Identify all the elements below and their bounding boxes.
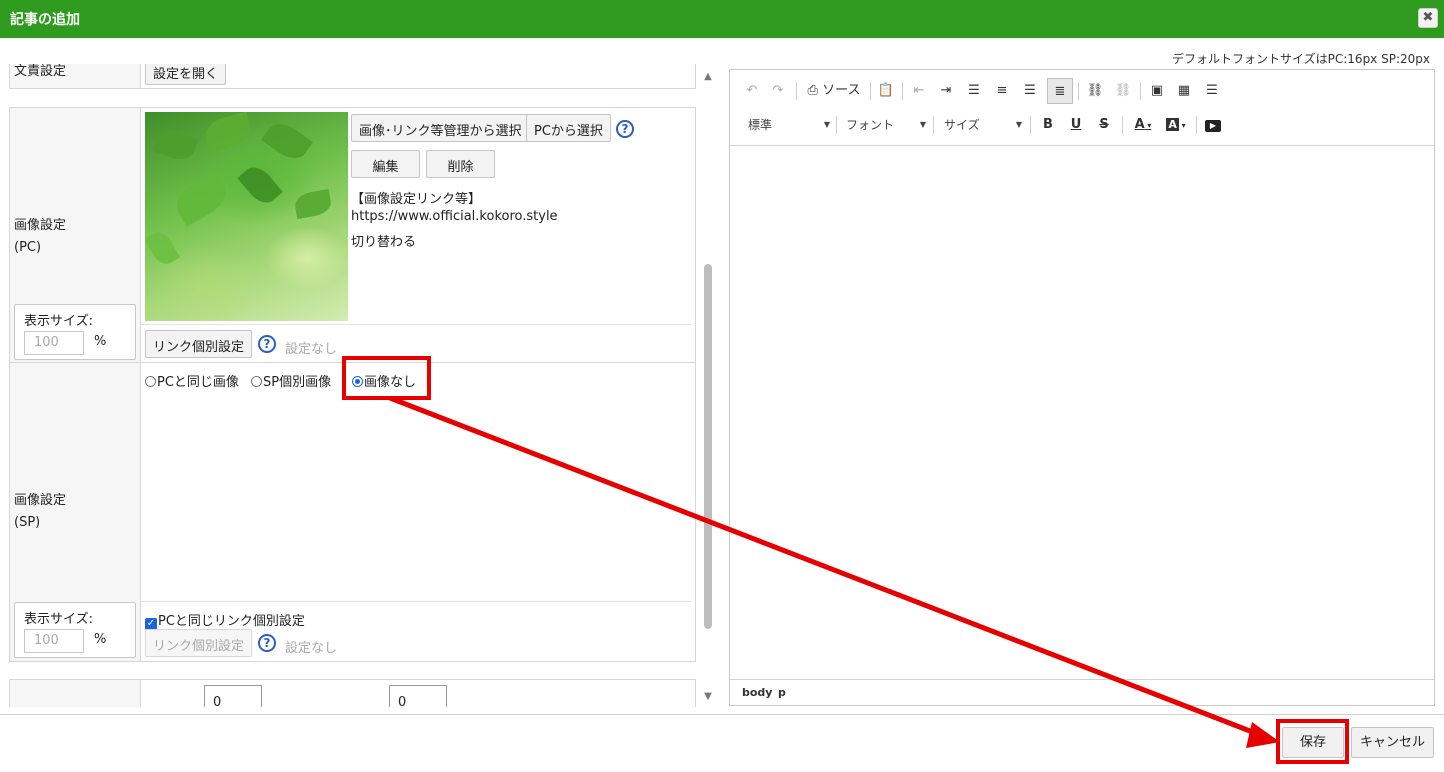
sp-display-size-box: 表示サイズ: 100 % [14, 602, 136, 658]
text-color-button[interactable]: A ▾ [1129, 114, 1157, 136]
position-input-b[interactable]: 0 [389, 685, 447, 707]
pc-display-size-label: 表示サイズ: [24, 314, 93, 329]
font-combo[interactable]: フォント ▼ [846, 114, 926, 136]
editor-status-bar: body p [730, 679, 1434, 705]
pc-display-size-input[interactable]: 100 [24, 331, 84, 355]
help-icon[interactable]: ? [616, 120, 634, 138]
sp-option-individual[interactable]: SP個別画像 [251, 371, 331, 390]
rich-text-editor: ↶ ↷ ⎙ ソース 📋 ⇤ ⇥ ☰ ≡ ☰ ≣ ⛓ ⛓ ▣ ▦ ☰ 標準 ▼ フォ… [729, 69, 1435, 706]
status-path-body[interactable]: body [742, 686, 772, 699]
table-icon[interactable]: ▦ [1173, 80, 1195, 102]
annotation-arrow-head [1246, 722, 1280, 748]
status-path-p[interactable]: p [778, 686, 786, 699]
bold-button[interactable]: B [1038, 114, 1058, 136]
link-info-note: 切り替わる [351, 235, 417, 250]
scroll-thumb[interactable] [704, 264, 712, 629]
scroll-down-icon[interactable]: ▼ [703, 692, 713, 702]
image-sp-row: 画像設定 (SP) 表示サイズ: 100 % PCと同じ画像 SP個別画像 画像… [9, 362, 696, 662]
responsibility-label: 文責設定 [14, 64, 67, 79]
close-icon[interactable]: ✖ [1418, 8, 1438, 28]
sp-same-link-checkbox[interactable]: ✓ PCと同じリンク個別設定 [145, 610, 305, 630]
source-button[interactable]: ⎙ ソース [804, 80, 864, 102]
position-input-a[interactable]: 0 [204, 685, 262, 707]
unlink-icon[interactable]: ⛓ [1112, 80, 1134, 102]
chevron-down-icon: ▼ [823, 120, 830, 129]
edit-image-button[interactable]: 編集 [351, 150, 420, 178]
pc-link-status: 設定なし [285, 342, 338, 357]
outdent-icon[interactable]: ⇤ [908, 80, 930, 102]
sp-display-size-unit: % [94, 632, 107, 647]
open-settings-button[interactable]: 設定を開く [145, 64, 227, 85]
strike-button[interactable]: S [1094, 114, 1114, 136]
image-pc-label: 画像設定 [14, 218, 67, 233]
dialog-title-bar: 記事の追加 ✖ [0, 0, 1444, 38]
horizontal-rule-icon[interactable]: ☰ [1201, 80, 1223, 102]
image-sp-label: 画像設定 [14, 493, 67, 508]
link-icon[interactable]: ⛓ [1084, 80, 1106, 102]
highlight-save-button [1276, 719, 1349, 764]
image-pc-label-sub: (PC) [14, 240, 42, 255]
pc-image-preview [145, 112, 348, 321]
editor-toolbar: ↶ ↷ ⎙ ソース 📋 ⇤ ⇥ ☰ ≡ ☰ ≣ ⛓ ⛓ ▣ ▦ ☰ 標準 ▼ フォ… [730, 70, 1434, 146]
background-color-button[interactable]: A ▾ [1162, 114, 1190, 136]
form-scrollbar[interactable]: ▲ ▼ [700, 64, 716, 709]
align-left-icon[interactable]: ☰ [963, 80, 985, 102]
underline-button[interactable]: U [1066, 114, 1086, 136]
align-right-icon[interactable]: ☰ [1019, 80, 1041, 102]
source-icon: ⎙ [807, 83, 818, 98]
sp-display-size-input[interactable]: 100 [24, 629, 84, 653]
radio-icon[interactable] [145, 376, 156, 387]
radio-icon[interactable] [251, 376, 262, 387]
highlight-no-image-option [342, 356, 431, 400]
format-combo[interactable]: 標準 ▼ [748, 114, 830, 136]
pc-display-size-box: 表示サイズ: 100 % [14, 304, 136, 360]
select-from-pc-button[interactable]: PCから選択 [526, 114, 611, 142]
chevron-down-icon: ▼ [1015, 120, 1022, 129]
dialog-title: 記事の追加 [10, 12, 80, 28]
sp-option-same-as-pc[interactable]: PCと同じ画像 [145, 371, 239, 390]
sp-link-status: 設定なし [285, 641, 338, 656]
redo-icon[interactable]: ↷ [768, 80, 788, 102]
image-sp-label-sub: (SP) [14, 515, 41, 530]
cancel-button[interactable]: キャンセル [1351, 727, 1434, 758]
paste-text-icon[interactable]: 📋 [876, 80, 896, 102]
align-justify-icon[interactable]: ≣ [1047, 78, 1073, 104]
link-info-url: https://www.official.kokoro.style [351, 209, 558, 224]
delete-image-button[interactable]: 削除 [426, 150, 495, 178]
link-info-title: 【画像設定リンク等】 [351, 192, 482, 207]
image-pc-row: 画像設定 (PC) 表示サイズ: 100 % 画像･リンク等管理から選択 PCか… [9, 107, 696, 363]
pc-display-size-unit: % [94, 334, 107, 349]
undo-icon[interactable]: ↶ [742, 80, 762, 102]
image-icon[interactable]: ▣ [1146, 80, 1168, 102]
indent-icon[interactable]: ⇥ [935, 80, 957, 102]
position-row: 0 0 [9, 679, 696, 707]
sp-link-settings-button[interactable]: リンク個別設定 [145, 629, 253, 657]
sp-display-size-label: 表示サイズ: [24, 612, 93, 627]
chevron-down-icon: ▼ [919, 120, 926, 129]
video-embed-icon[interactable]: ▶ [1202, 114, 1224, 136]
sp-link-help-icon[interactable]: ? [258, 634, 276, 652]
align-center-icon[interactable]: ≡ [991, 80, 1013, 102]
pc-link-help-icon[interactable]: ? [258, 335, 276, 353]
responsibility-row: 文責設定 設定を開く [9, 64, 696, 89]
size-combo[interactable]: サイズ ▼ [944, 114, 1022, 136]
default-font-size-note: デフォルトフォントサイズはPC:16px SP:20px [1172, 52, 1430, 66]
editor-content-area[interactable] [730, 147, 1434, 679]
pc-link-settings-button[interactable]: リンク個別設定 [145, 330, 253, 358]
select-from-media-button[interactable]: 画像･リンク等管理から選択 [351, 114, 530, 142]
scroll-up-icon[interactable]: ▲ [703, 72, 713, 82]
